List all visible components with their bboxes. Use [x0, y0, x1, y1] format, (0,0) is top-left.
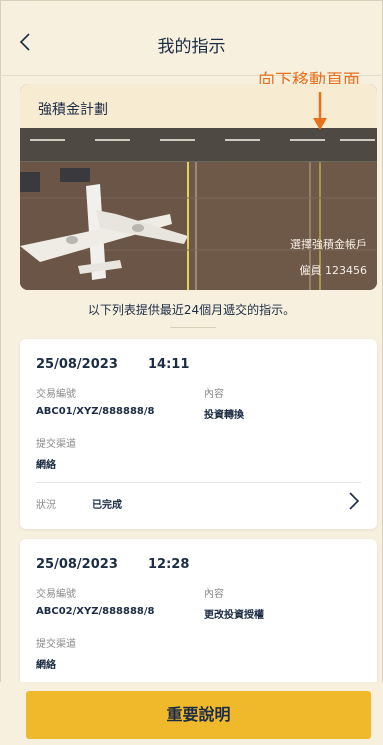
select-mpf-account[interactable]: 選擇強積金帳戶 — [290, 236, 367, 252]
content-value: 投資轉換 — [204, 410, 244, 421]
instruction-card[interactable]: 25/08/2023 14:11 交易編號 內容 ABC01/XYZ/88888… — [20, 339, 377, 529]
channel-label: 提交渠道 — [36, 639, 76, 650]
channel-value: 網絡 — [36, 460, 56, 471]
instruction-time: 12:28 — [148, 557, 190, 572]
instruction-time: 14:11 — [148, 357, 190, 372]
status-label: 狀況 — [36, 500, 56, 511]
content-label: 內容 — [204, 389, 224, 400]
header: 我的指示 — [0, 0, 383, 76]
instruction-card[interactable]: 25/08/2023 12:28 交易編號 內容 ABC02/XYZ/88888… — [20, 539, 377, 699]
content-label: 內容 — [204, 589, 224, 600]
arrow-down-icon — [313, 92, 327, 130]
content-value: 更改投資授權 — [204, 610, 264, 621]
member-id: 僱員 123456 — [299, 264, 368, 277]
divider — [170, 327, 216, 328]
status-value: 已完成 — [92, 500, 122, 511]
transaction-no-value: ABC02/XYZ/888888/8 — [36, 606, 155, 617]
instruction-date: 25/08/2023 — [36, 557, 118, 572]
plan-name: 強積金計劃 — [38, 102, 108, 118]
divider — [36, 482, 361, 483]
important-notes-button[interactable]: 重要說明 — [26, 691, 371, 739]
transaction-no-value: ABC01/XYZ/888888/8 — [36, 406, 155, 417]
transaction-no-label: 交易編號 — [36, 589, 76, 600]
transaction-no-label: 交易編號 — [36, 389, 76, 400]
page-title: 我的指示 — [157, 37, 226, 57]
chevron-right-icon[interactable] — [345, 491, 363, 511]
instruction-date: 25/08/2023 — [36, 357, 118, 372]
channel-value: 網絡 — [36, 660, 56, 671]
intro-text: 以下列表提供最近24個月遞交的指示。 — [87, 303, 296, 317]
channel-label: 提交渠道 — [36, 439, 76, 450]
